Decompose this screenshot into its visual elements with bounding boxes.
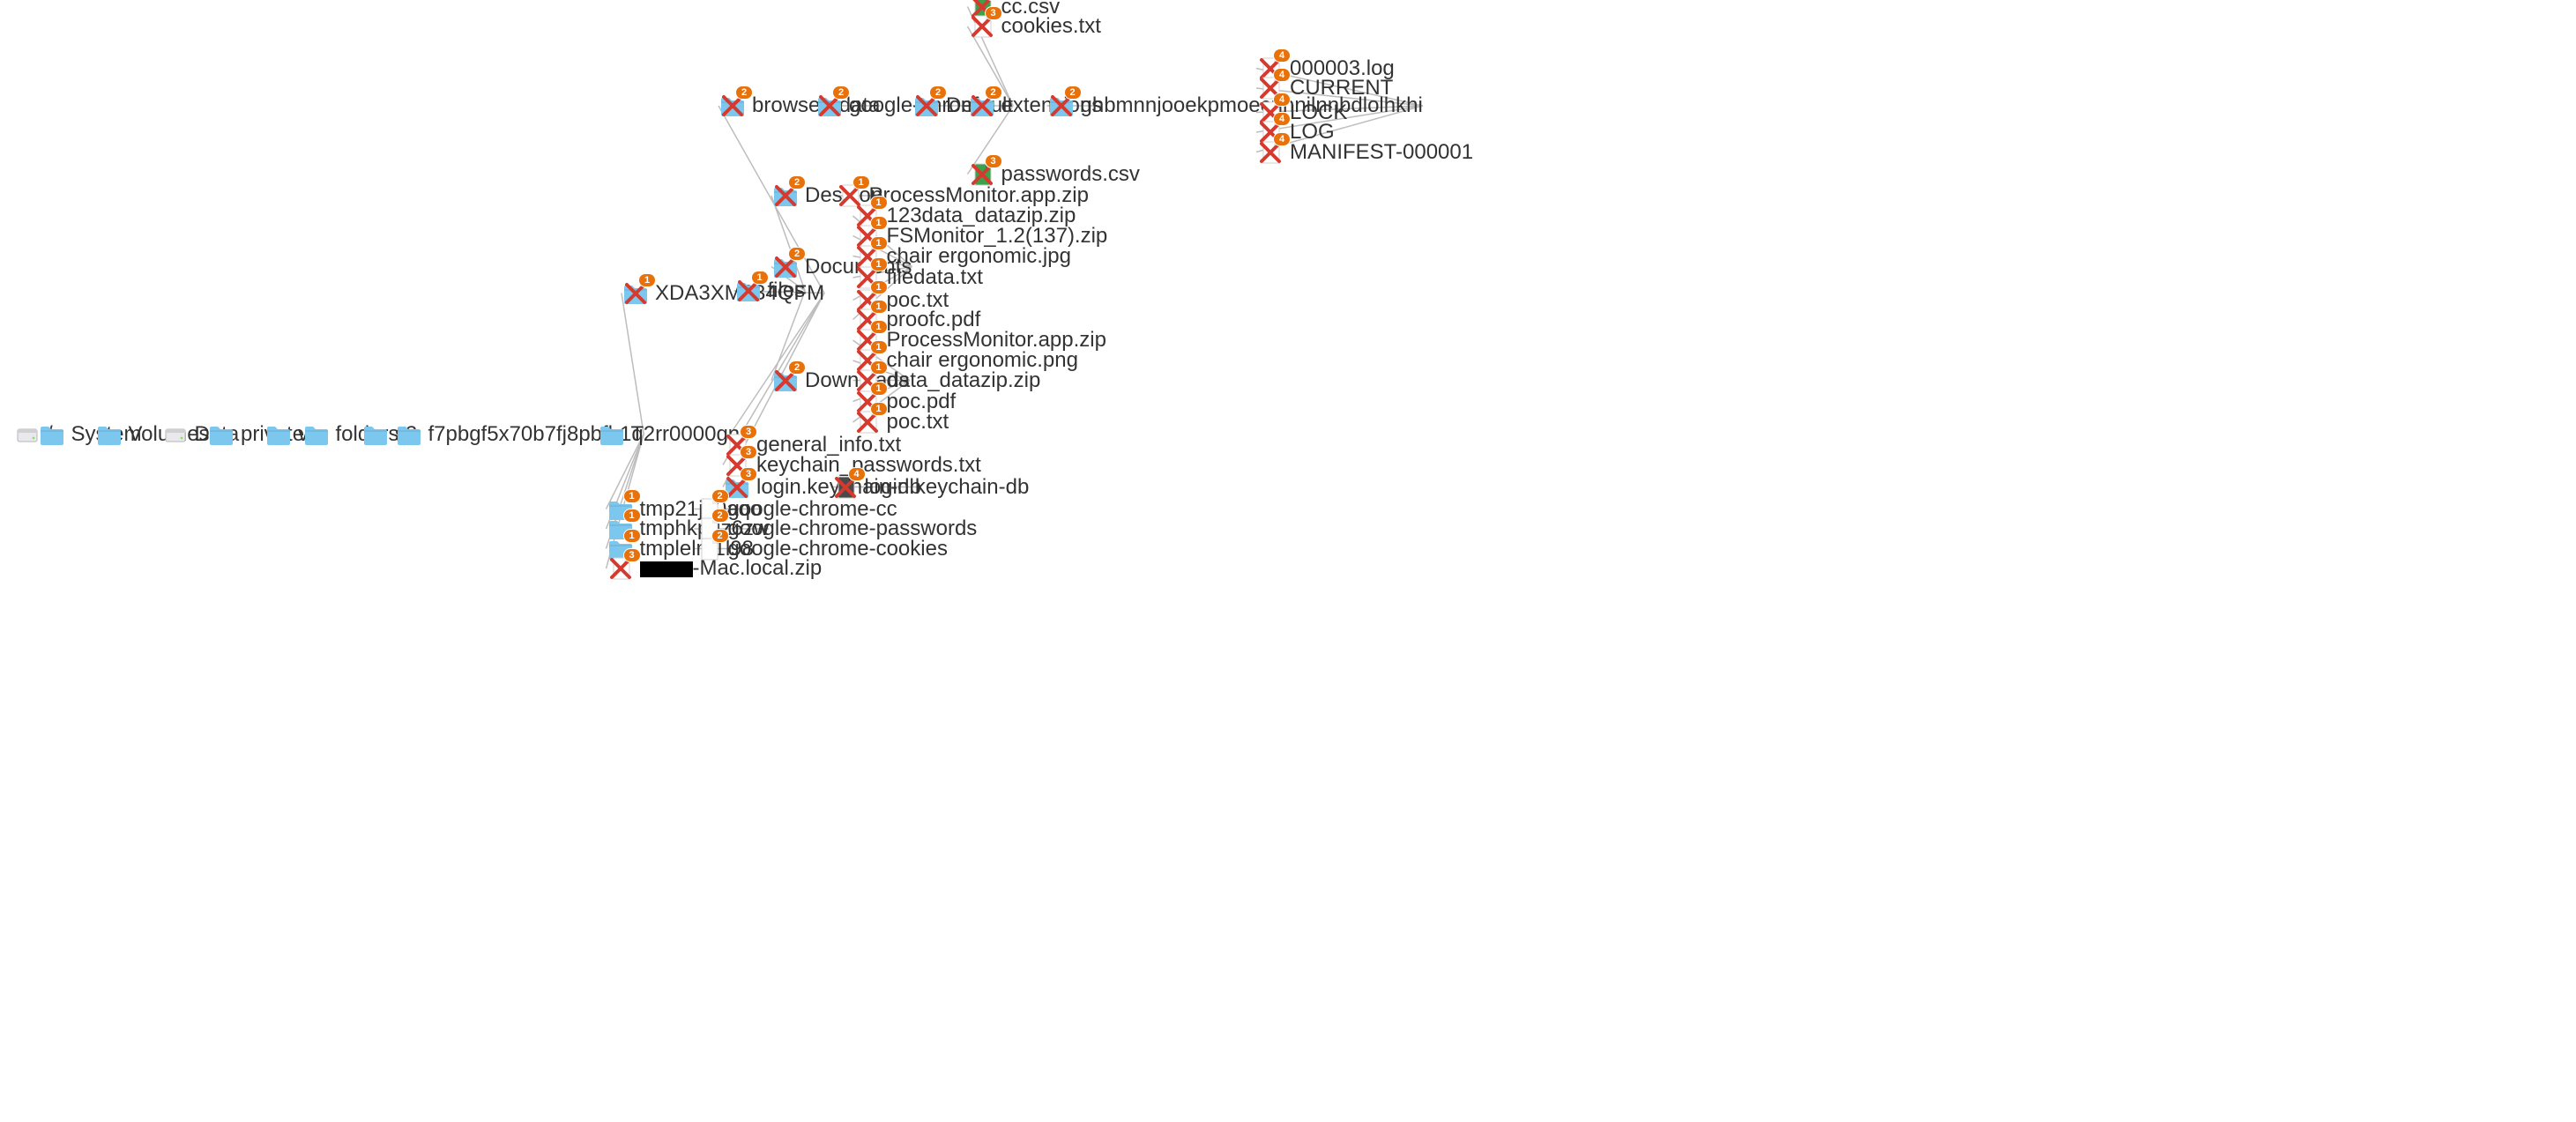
node-label: cookies.txt xyxy=(1001,12,1101,41)
count-badge: 4 xyxy=(1274,113,1290,125)
folder-del-icon: 2 xyxy=(815,92,844,120)
count-badge: 4 xyxy=(849,468,865,480)
count-badge: 1 xyxy=(853,176,869,189)
node-label: f7pbgf5x70b7fj8pbfh1q2rr0000gn xyxy=(428,420,741,449)
count-badge: 1 xyxy=(871,281,887,294)
count-badge: 1 xyxy=(752,271,768,284)
count-badge: 1 xyxy=(639,274,655,286)
folder-del-icon: 1 xyxy=(734,277,763,305)
node-label: files xyxy=(768,277,806,305)
count-badge: 2 xyxy=(789,361,805,374)
count-badge: 3 xyxy=(741,426,756,438)
folder-del-icon: 2 xyxy=(912,92,941,120)
count-badge: 2 xyxy=(986,86,1001,99)
count-badge: 1 xyxy=(624,530,640,542)
count-badge: 1 xyxy=(624,490,640,502)
count-badge: 2 xyxy=(789,248,805,260)
count-badge: 2 xyxy=(712,509,728,522)
folder-icon xyxy=(598,420,626,449)
node-label: T xyxy=(631,420,644,449)
edge-layer xyxy=(0,0,2576,1122)
node-gck[interactable]: 2google-chrome-cookies xyxy=(695,535,948,563)
count-badge: 1 xyxy=(871,361,887,374)
node-manifest[interactable]: 4MANIFEST-000001 xyxy=(1256,138,1473,167)
count-badge: 3 xyxy=(741,468,756,480)
count-badge: 1 xyxy=(871,301,887,313)
file-del-icon: 3 xyxy=(968,12,996,41)
count-badge: 1 xyxy=(871,237,887,249)
tree-edge xyxy=(622,294,644,435)
count-badge: 1 xyxy=(871,383,887,395)
count-badge: 4 xyxy=(1274,49,1290,62)
folder-icon xyxy=(38,420,66,449)
file-del-icon: 3 xyxy=(607,554,635,583)
count-badge: 2 xyxy=(789,176,805,189)
count-badge: 3 xyxy=(986,155,1001,167)
folder-icon xyxy=(207,420,235,449)
count-badge: 1 xyxy=(871,197,887,209)
count-badge: 2 xyxy=(712,530,728,542)
count-badge: 1 xyxy=(871,217,887,229)
count-badge: 2 xyxy=(1065,86,1081,99)
folder-del-icon: 2 xyxy=(718,92,747,120)
redacted-text xyxy=(640,561,693,577)
file-icon: 2 xyxy=(695,535,723,563)
count-badge: 1 xyxy=(871,321,887,333)
count-badge: 2 xyxy=(736,86,752,99)
file-del-icon: 4 xyxy=(1256,138,1284,167)
count-badge: 1 xyxy=(871,403,887,415)
folder-del-icon: 2 xyxy=(771,253,800,281)
node-cookies[interactable]: 3cookies.txt xyxy=(968,12,1101,41)
count-badge: 1 xyxy=(624,509,640,522)
file-tree-diagram: /SystemVolumesDataprivatevarfolderss3f7p… xyxy=(0,0,2576,1122)
count-badge: 3 xyxy=(986,7,1001,19)
node-files[interactable]: 1files xyxy=(734,277,806,305)
count-badge: 3 xyxy=(624,549,640,561)
node-longdir[interactable]: f7pbgf5x70b7fj8pbfh1q2rr0000gn xyxy=(395,420,741,449)
node-T[interactable]: T xyxy=(598,420,644,449)
folder-icon xyxy=(361,420,390,449)
folder-del-icon: 2 xyxy=(1047,92,1076,120)
count-badge: 3 xyxy=(741,446,756,458)
count-badge: 1 xyxy=(871,341,887,353)
count-badge: 1 xyxy=(871,258,887,271)
folder-del-icon: 2 xyxy=(771,367,800,395)
folder-icon xyxy=(395,420,423,449)
folder-icon xyxy=(302,420,331,449)
folder-del-icon: 2 xyxy=(771,182,800,210)
count-badge: 4 xyxy=(1274,93,1290,106)
count-badge: 4 xyxy=(1274,133,1290,145)
count-badge: 2 xyxy=(930,86,946,99)
count-badge: 2 xyxy=(712,490,728,502)
count-badge: 2 xyxy=(833,86,849,99)
folder-del-icon: 1 xyxy=(622,279,650,308)
folder-icon xyxy=(264,420,293,449)
node-label: MANIFEST-000001 xyxy=(1290,138,1473,167)
count-badge: 4 xyxy=(1274,69,1290,81)
folder-icon xyxy=(95,420,123,449)
drive-icon xyxy=(161,420,190,449)
node-label: google-chrome-cookies xyxy=(728,535,948,563)
folder-del-icon: 2 xyxy=(968,92,996,120)
